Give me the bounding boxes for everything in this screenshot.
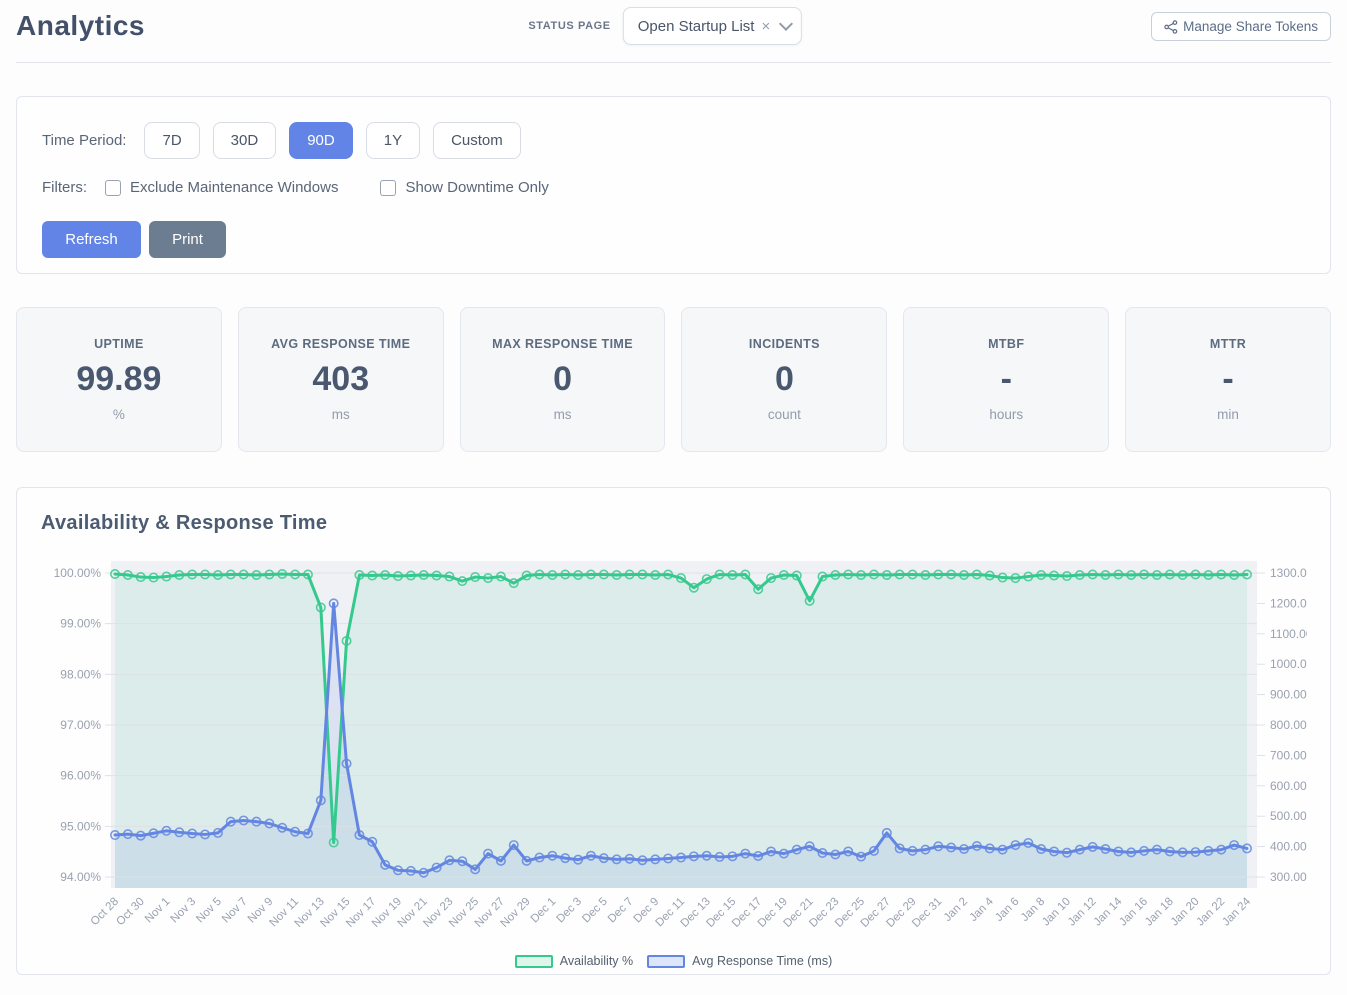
svg-text:97.00%: 97.00% <box>60 718 101 732</box>
svg-text:Jan 24: Jan 24 <box>1220 895 1253 928</box>
svg-text:100.00%: 100.00% <box>54 566 102 580</box>
time-period-button-90d[interactable]: 90D <box>289 122 353 159</box>
status-page-selected-value: Open Startup List <box>638 18 755 35</box>
svg-text:Dec 7: Dec 7 <box>606 896 636 926</box>
svg-text:98.00%: 98.00% <box>60 667 101 681</box>
stat-unit: hours <box>989 407 1023 422</box>
svg-text:400.00: 400.00 <box>1270 840 1307 854</box>
availability-swatch <box>515 955 553 968</box>
svg-text:95.00%: 95.00% <box>60 819 101 833</box>
stat-card-incidents: INCIDENTS 0 count <box>681 307 887 452</box>
svg-text:Jan 2: Jan 2 <box>942 896 970 924</box>
svg-text:Dec 5: Dec 5 <box>580 896 610 926</box>
clear-selection-icon[interactable]: × <box>761 19 770 34</box>
stat-value: 0 <box>553 362 572 396</box>
svg-text:500.00: 500.00 <box>1270 809 1307 823</box>
show-downtime-checkbox[interactable] <box>380 180 396 196</box>
legend-item-response-time[interactable]: Avg Response Time (ms) <box>647 954 832 968</box>
stat-label: AVG RESPONSE TIME <box>271 337 410 351</box>
svg-text:Jan 4: Jan 4 <box>967 895 996 924</box>
stat-card-max-response: MAX RESPONSE TIME 0 ms <box>460 307 666 452</box>
stat-card-mtbf: MTBF - hours <box>903 307 1109 452</box>
svg-text:Oct 30: Oct 30 <box>114 896 146 928</box>
filters-label: Filters: <box>42 179 87 196</box>
chart-wrap: 100.00% 99.00% 98.00% 97.00% 96.00% 95.00% 94.… <box>41 551 1306 968</box>
time-period-button-30d[interactable]: 30D <box>213 122 277 159</box>
response-time-swatch <box>647 955 685 968</box>
svg-text:99.00%: 99.00% <box>60 617 101 631</box>
stat-unit: % <box>113 407 125 422</box>
chart-panel: Availability & Response Time 100.00% 99.0… <box>16 487 1331 975</box>
svg-text:Nov 5: Nov 5 <box>194 896 224 926</box>
legend-label: Availability % <box>560 954 633 968</box>
svg-text:94.00%: 94.00% <box>60 870 101 884</box>
svg-text:1300.00: 1300.00 <box>1270 566 1307 580</box>
svg-text:Nov 7: Nov 7 <box>220 896 250 926</box>
stat-value: - <box>1001 362 1012 396</box>
show-downtime-label: Show Downtime Only <box>405 179 548 196</box>
refresh-button[interactable]: Refresh <box>42 221 141 258</box>
stat-value: 99.89 <box>76 362 161 396</box>
chevron-down-icon <box>779 17 793 31</box>
legend-label: Avg Response Time (ms) <box>692 954 832 968</box>
svg-text:300.00: 300.00 <box>1270 870 1307 884</box>
status-page-group: STATUS PAGE Open Startup List × <box>528 7 802 45</box>
svg-text:900.00: 900.00 <box>1270 688 1307 702</box>
svg-text:Oct 28: Oct 28 <box>89 896 121 928</box>
stat-unit: count <box>768 407 801 422</box>
svg-text:700.00: 700.00 <box>1270 748 1307 762</box>
svg-text:Dec 3: Dec 3 <box>554 896 584 926</box>
time-period-button-custom[interactable]: Custom <box>433 122 521 159</box>
manage-share-tokens-label: Manage Share Tokens <box>1183 19 1318 34</box>
svg-text:800.00: 800.00 <box>1270 718 1307 732</box>
status-page-select[interactable]: Open Startup List × <box>623 7 803 45</box>
stat-unit: ms <box>554 407 572 422</box>
svg-text:1100.00: 1100.00 <box>1270 627 1307 641</box>
stats-row: UPTIME 99.89 % AVG RESPONSE TIME 403 ms … <box>16 307 1331 452</box>
actions-row: Refresh Print <box>42 221 1305 258</box>
print-button[interactable]: Print <box>149 221 226 258</box>
stat-card-avg-response: AVG RESPONSE TIME 403 ms <box>238 307 444 452</box>
chart-title: Availability & Response Time <box>41 512 1306 535</box>
svg-text:600.00: 600.00 <box>1270 779 1307 793</box>
stat-label: MTBF <box>988 337 1024 351</box>
page-title: Analytics <box>16 10 145 42</box>
stat-label: MAX RESPONSE TIME <box>492 337 633 351</box>
filters-row: Filters: Exclude Maintenance Windows Sho… <box>42 179 1305 196</box>
time-period-button-1y[interactable]: 1Y <box>366 122 420 159</box>
svg-text:Dec 1: Dec 1 <box>529 896 559 926</box>
svg-text:Nov 1: Nov 1 <box>143 896 173 926</box>
chart-legend: Availability % Avg Response Time (ms) <box>41 954 1306 968</box>
stat-label: INCIDENTS <box>749 337 820 351</box>
stat-value: - <box>1222 362 1233 396</box>
svg-text:Jan 6: Jan 6 <box>993 896 1021 924</box>
time-period-label: Time Period: <box>42 132 126 149</box>
stat-unit: min <box>1217 407 1239 422</box>
svg-text:96.00%: 96.00% <box>60 769 101 783</box>
time-period-row: Time Period: 7D 30D 90D 1Y Custom <box>42 122 1305 159</box>
manage-share-tokens-button[interactable]: Manage Share Tokens <box>1151 12 1331 41</box>
stat-value: 0 <box>775 362 794 396</box>
exclude-maintenance-checkbox[interactable] <box>105 180 121 196</box>
exclude-maintenance-label: Exclude Maintenance Windows <box>130 179 338 196</box>
stat-card-uptime: UPTIME 99.89 % <box>16 307 222 452</box>
stat-value: 403 <box>312 362 369 396</box>
time-period-button-7d[interactable]: 7D <box>144 122 199 159</box>
stat-unit: ms <box>332 407 350 422</box>
legend-item-availability[interactable]: Availability % <box>515 954 633 968</box>
svg-text:1000.00: 1000.00 <box>1270 657 1307 671</box>
stat-card-mttr: MTTR - min <box>1125 307 1331 452</box>
filter-panel: Time Period: 7D 30D 90D 1Y Custom Filter… <box>16 96 1331 274</box>
status-page-label: STATUS PAGE <box>528 20 610 32</box>
top-bar: Analytics STATUS PAGE Open Startup List … <box>0 0 1347 63</box>
stat-label: MTTR <box>1210 337 1246 351</box>
svg-text:Nov 3: Nov 3 <box>169 896 199 926</box>
availability-response-chart[interactable]: 100.00% 99.00% 98.00% 97.00% 96.00% 95.00% 94.… <box>41 551 1307 947</box>
share-icon <box>1164 20 1178 34</box>
stat-label: UPTIME <box>94 337 144 351</box>
svg-text:1200.00: 1200.00 <box>1270 596 1307 610</box>
